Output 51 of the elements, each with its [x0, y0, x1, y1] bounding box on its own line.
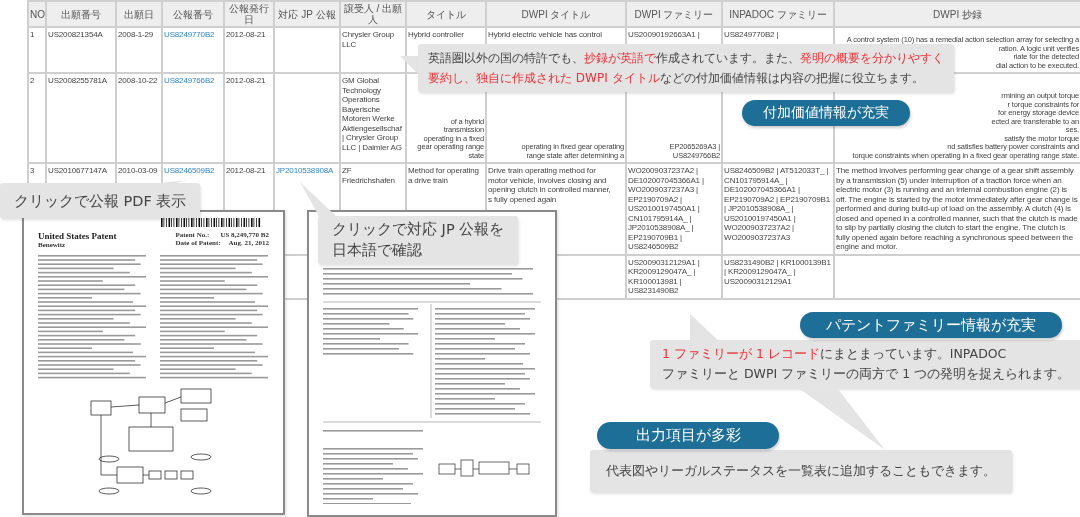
callout-text: クリックで公報 PDF 表示 — [14, 191, 187, 211]
table-cell: US2010677147A — [48, 166, 107, 176]
callout-text: 英語圏以外の国の特許でも、抄録が英語で作成されています。また、発明の概要を分かりやすく 要約し、独自に作成された DWPI タイトルなどの付加価値情報は内容の把握に役立ちます。 — [428, 50, 944, 87]
table-cell: Hybrid electric vehicle has control — [488, 30, 602, 40]
patent-number-link[interactable]: JP2010538908A — [276, 166, 334, 175]
table-cell: 2012-08-21 — [226, 30, 266, 40]
table-cell: 2008-10-22 — [118, 76, 158, 86]
table-cell: US20090192663A1 | — [628, 30, 700, 40]
callout-text: 代表図やリーガルステータスを一覧表に追加することもできます。 — [606, 462, 996, 480]
patent-number-link[interactable]: US8249770B2 — [164, 30, 215, 39]
table-cell-text: Method for operating a drive train — [408, 166, 480, 185]
column-header: NO — [28, 1, 46, 27]
table-cell: US8249770B2 | — [724, 30, 779, 40]
table-cell: 2010-03-09 — [118, 166, 158, 176]
column-header: 出願日 — [116, 1, 162, 27]
table-cell-text: WO2009037237A2 | DE102007045366A1 | WO2009037237A3 | EP2190709A2 | US20100197450A1 | CN101795914A_ | JP2010538908A_ | EP2190709B1 | US8246509B2 — [628, 166, 705, 252]
table-cell: 2 — [30, 76, 35, 86]
column-header: 譲受人 / 出願人 — [340, 1, 406, 27]
table-cell: US2008255781A — [48, 76, 107, 86]
callout-text: 1 ファミリーが 1 レコード にまとまっています。INPADOC ファミリーと DWPI ファミリーの両方で 1 つの発明を捉えられます。 — [662, 345, 1071, 383]
table-cell-text: Chrysler Group LLC — [342, 30, 396, 49]
patent-number-link[interactable]: US8246509B2 — [164, 166, 215, 175]
table-cell: US8231490B2 | KR1000139B1 | KR2009129047A_ | US20090312129A1 — [724, 257, 832, 286]
feature-badge: 出力項目が多彩 — [597, 422, 779, 449]
column-header: 公報発行日 — [224, 1, 274, 27]
table-cell: The method involves performing gear change of a gear shift assembly by a transmission (5) under interruption of a traction force when an electric motor (3) is running and an internal combustion engine (2) is off. The engine is started by the motor immediately after gear change is performed and during build-up of load on the assembly. A clutch (4) is closed and opened in a controlled manner, such that the clutch is made to slip by partially closing the clutch to start the engine. The clutch is fully opened again before reaching a synchronous speed between the engine and motor. — [836, 166, 1079, 252]
column-header: DWPI 抄録 — [834, 1, 1080, 27]
column-header: タイトル — [406, 1, 486, 27]
table-cell: 2008-1-29 — [118, 30, 154, 40]
table-cell: 2012-08-21 — [226, 166, 266, 176]
column-header: 出願番号 — [46, 1, 116, 27]
table-cell: GM Global Technology Operations Bayerische Motoren Werke Aktiengesellschaf | Chrysler Group LLC | Daimler AG — [342, 76, 402, 152]
table-cell: Hybrid controller — [408, 30, 464, 40]
column-header: DWPI タイトル — [486, 1, 626, 27]
table-cell-text: US20090312129A1 | KR2009129047A_ | KR100013981 | US8231490B2 — [628, 257, 701, 296]
callout-text: クリックで対応 JP 公報を 日本語で確認 — [332, 220, 505, 260]
table-cell-text: US8246509B2 | AT512033T_ | CN101795914A_ | DE102007045366A1 | EP2190709A2 | EP2190709B1 | JP2010538908A_ | US20100197450A1 | WO2009037237A2 | WO2009037237A3 — [724, 166, 831, 242]
document-title: United States Patent — [38, 231, 117, 241]
feature-badge: パテントファミリー情報が充実 — [800, 312, 1062, 338]
column-header: 対応 JP 公報 — [274, 1, 340, 27]
column-header: 公報番号 — [162, 1, 224, 27]
column-header: INPADOC ファミリー — [722, 1, 834, 27]
table-cell: US200821354A — [48, 30, 103, 40]
column-header: DWPI ファミリー — [626, 1, 722, 27]
table-cell: Drive train operating method for motor vehicle, involves closing and opening clutch in controlled manner, s fully opened again — [488, 166, 611, 204]
table-cell: 1 — [30, 30, 35, 40]
patent-number-link[interactable]: US8249766B2 — [164, 76, 215, 85]
table-cell-text: ZF Friedrichshafen — [342, 166, 396, 185]
table-cell: 3 — [30, 166, 35, 176]
table-cell: 2012-08-21 — [226, 76, 266, 86]
feature-badge: 付加価値情報が充実 — [742, 100, 910, 126]
